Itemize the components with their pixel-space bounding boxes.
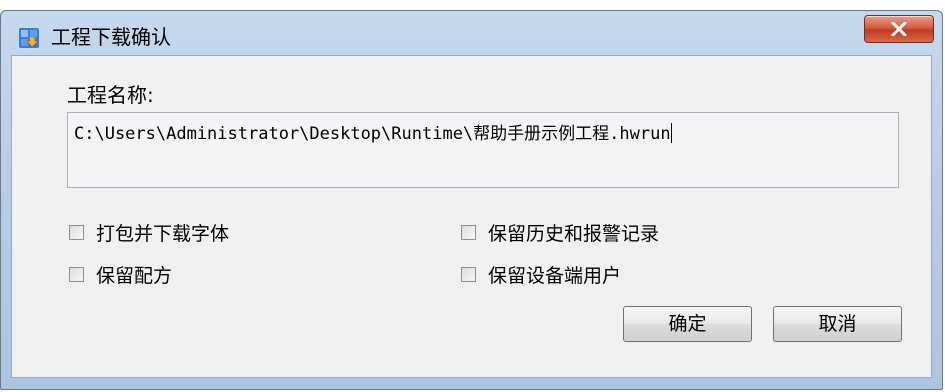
project-path-text: C:\Users\Administrator\Desktop\Runtime\帮… bbox=[74, 123, 672, 144]
cancel-button[interactable]: 取消 bbox=[773, 306, 902, 342]
keep-recipes-checkbox[interactable] bbox=[69, 266, 84, 282]
close-icon bbox=[891, 22, 907, 36]
project-path-field[interactable]: C:\Users\Administrator\Desktop\Runtime\帮… bbox=[67, 112, 899, 188]
project-name-label: 工程名称: bbox=[67, 83, 154, 107]
option-pack-fonts[interactable]: 打包并下载字体 bbox=[69, 219, 229, 245]
dialog-body: 工程名称: C:\Users\Administrator\Desktop\Run… bbox=[11, 55, 932, 378]
title-bar[interactable]: 工程下载确认 bbox=[1, 11, 942, 55]
keep-history-alarms-checkbox[interactable] bbox=[461, 224, 476, 240]
option-keep-history-alarms[interactable]: 保留历史和报警记录 bbox=[461, 219, 659, 245]
close-button[interactable] bbox=[864, 15, 934, 43]
pack-fonts-label: 打包并下载字体 bbox=[96, 222, 230, 245]
keep-device-users-checkbox[interactable] bbox=[461, 266, 476, 282]
text-caret bbox=[670, 123, 672, 143]
option-keep-device-users[interactable]: 保留设备端用户 bbox=[461, 261, 621, 287]
pack-fonts-checkbox[interactable] bbox=[69, 224, 84, 240]
keep-recipes-label: 保留配方 bbox=[96, 264, 173, 287]
ok-button[interactable]: 确定 bbox=[623, 306, 752, 342]
download-confirm-dialog: 工程下载确认 工程名称: C:\Users\Administrator\Desk… bbox=[0, 10, 943, 390]
option-keep-recipes[interactable]: 保留配方 bbox=[69, 261, 172, 287]
app-icon bbox=[19, 28, 39, 48]
keep-device-users-label: 保留设备端用户 bbox=[488, 264, 622, 287]
dialog-title: 工程下载确认 bbox=[51, 25, 171, 49]
keep-history-alarms-label: 保留历史和报警记录 bbox=[488, 222, 660, 245]
